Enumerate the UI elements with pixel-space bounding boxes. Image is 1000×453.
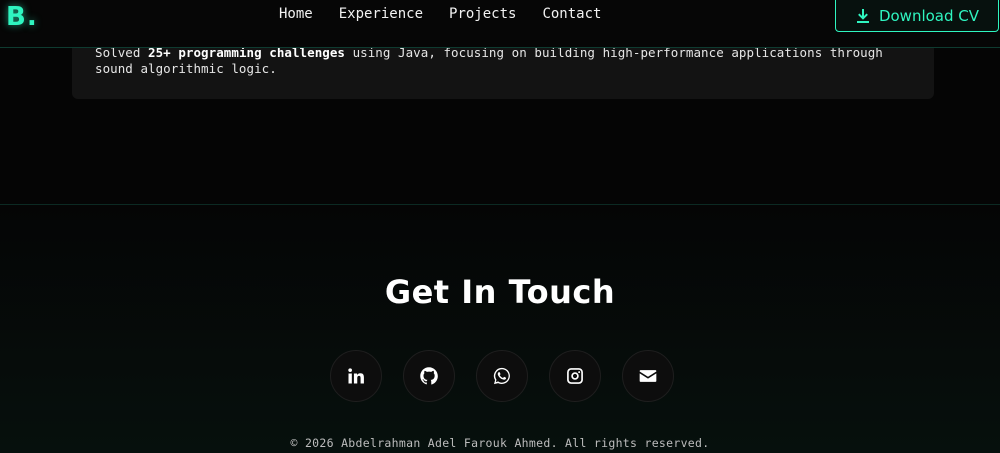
instagram-icon	[567, 368, 583, 384]
logo-dot: .	[26, 2, 38, 32]
social-links	[330, 350, 674, 402]
main-nav: Home Experience Projects Contact	[279, 6, 627, 22]
github-link[interactable]	[403, 350, 455, 402]
nav-home[interactable]: Home	[279, 6, 313, 22]
email-link[interactable]	[622, 350, 674, 402]
download-cv-button[interactable]: Download CV	[835, 0, 999, 32]
whatsapp-link[interactable]	[476, 350, 528, 402]
copyright-text: © 2026 Abdelrahman Adel Farouk Ahmed. Al…	[290, 436, 710, 450]
nav-projects[interactable]: Projects	[449, 6, 516, 22]
nav-contact[interactable]: Contact	[542, 6, 601, 22]
whatsapp-icon	[493, 367, 510, 385]
navbar: B. Home Experience Projects Contact Down…	[0, 0, 1000, 48]
download-cv-label: Download CV	[878, 7, 980, 25]
instagram-link[interactable]	[549, 350, 601, 402]
experience-description: Solved 25+ programming challenges using …	[95, 45, 915, 77]
github-icon	[420, 367, 438, 385]
portfolio-page: Solved 25+ programming challenges using …	[0, 0, 1000, 453]
envelope-icon	[639, 370, 657, 382]
download-icon	[856, 9, 869, 23]
contact-section: Get In Touch © 2026 Abdelrahman Adel Far…	[0, 205, 1000, 453]
logo-letter: B	[6, 2, 27, 32]
linkedin-link[interactable]	[330, 350, 382, 402]
nav-experience[interactable]: Experience	[339, 6, 423, 22]
linkedin-icon	[348, 368, 364, 384]
logo[interactable]: B.	[6, 2, 38, 32]
contact-title: Get In Touch	[384, 273, 616, 311]
